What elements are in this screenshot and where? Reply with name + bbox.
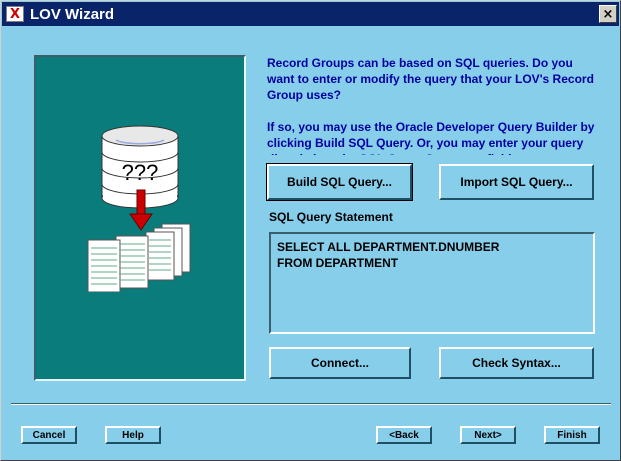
footer-separator (11, 403, 611, 405)
help-button[interactable]: Help (105, 426, 161, 444)
build-sql-query-button[interactable]: Build SQL Query... (266, 163, 413, 201)
connect-button[interactable]: Connect... (269, 347, 411, 379)
title-bar[interactable]: X LOV Wizard × (2, 2, 619, 26)
instructions-paragraph-2: If so, you may use the Oracle Developer … (267, 120, 595, 155)
close-button[interactable]: × (599, 5, 617, 23)
instructions-paragraph-1: Record Groups can be based on SQL querie… (267, 56, 594, 102)
cancel-button[interactable]: Cancel (21, 426, 77, 444)
sql-query-statement-label: SQL Query Statement (269, 210, 393, 224)
check-syntax-button[interactable]: Check Syntax... (439, 347, 594, 379)
window-title: LOV Wizard (30, 5, 115, 23)
oracle-forms-icon[interactable]: X (6, 6, 24, 22)
close-icon: × (602, 6, 614, 22)
database-label: ??? (122, 160, 159, 185)
app-icon-glyph: X (9, 6, 21, 22)
back-button[interactable]: <Back (376, 426, 432, 444)
instructions-text: Record Groups can be based on SQL querie… (267, 55, 597, 155)
import-sql-query-button[interactable]: Import SQL Query... (439, 164, 594, 200)
sql-query-statement-field[interactable]: SELECT ALL DEPARTMENT.DNUMBER FROM DEPAR… (269, 232, 595, 334)
records-stack-icon (87, 223, 191, 292)
database-to-records-illustration: ??? (87, 125, 191, 292)
next-button[interactable]: Next> (460, 426, 516, 444)
finish-button[interactable]: Finish (544, 426, 600, 444)
wizard-illustration-panel: ??? (34, 55, 246, 381)
lov-wizard-window: X LOV Wizard × ??? Record Groups can be … (0, 0, 621, 461)
